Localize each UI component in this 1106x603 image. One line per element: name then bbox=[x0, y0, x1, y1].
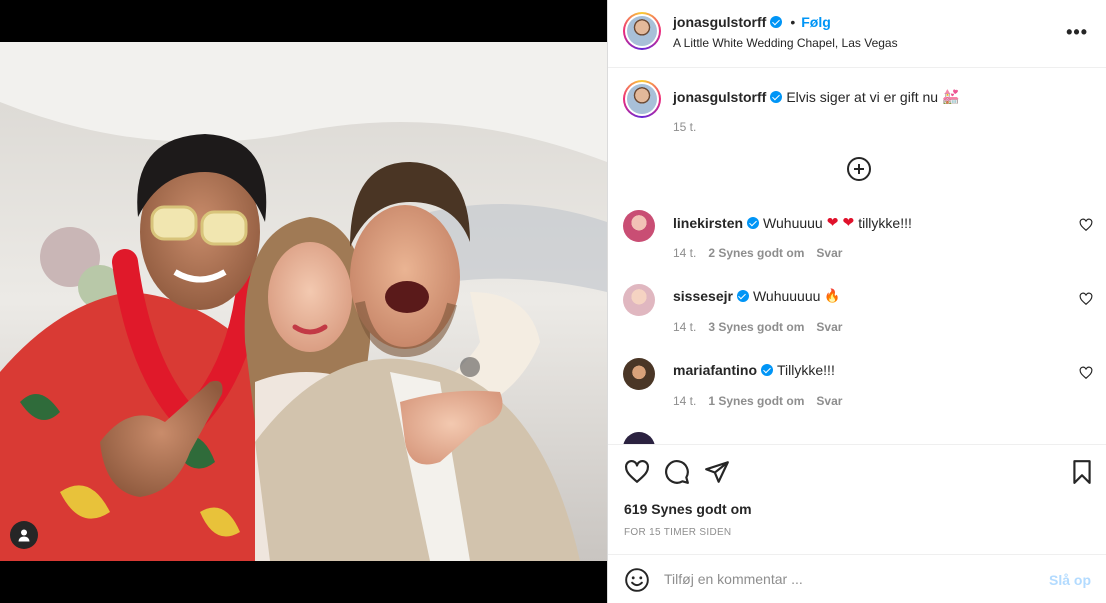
post-location[interactable]: A Little White Wedding Chapel, Las Vegas bbox=[673, 36, 898, 50]
comment-time: 14 t. bbox=[673, 246, 697, 260]
author-line: jonasgulstorff • Følg bbox=[673, 14, 831, 30]
post-side-panel: jonasgulstorff • Følg A Little White Wed… bbox=[607, 0, 1106, 603]
commenter-username[interactable]: linekirsten bbox=[673, 215, 743, 231]
comment-likes[interactable]: 1 Synes godt om bbox=[708, 394, 804, 408]
author-username[interactable]: jonasgulstorff bbox=[673, 14, 766, 30]
comment-line: sissesejr Wuhuuuuu 🔥 bbox=[673, 288, 841, 304]
send-icon[interactable] bbox=[704, 459, 730, 485]
verified-badge-icon bbox=[761, 364, 774, 376]
verified-badge-icon bbox=[770, 16, 783, 28]
comment-meta: 14 t. 1 Synes godt om Svar bbox=[673, 394, 842, 408]
comment-icon[interactable] bbox=[664, 459, 690, 485]
follow-button[interactable]: Følg bbox=[801, 14, 831, 30]
commenter-avatar[interactable] bbox=[623, 358, 655, 390]
comment-text: Wuhuuuu bbox=[763, 214, 823, 231]
comment-text: Wuhuuuuu bbox=[752, 288, 821, 304]
post-header: jonasgulstorff • Følg A Little White Wed… bbox=[608, 0, 1106, 68]
caption-line: jonasgulstorff Elvis siger at vi er gift… bbox=[673, 88, 960, 105]
post-comment-button[interactable]: Slå op bbox=[1049, 572, 1091, 588]
caption-text: Elvis siger at vi er gift nu bbox=[786, 88, 939, 105]
caption-avatar[interactable] bbox=[623, 80, 661, 118]
comment-like-heart-icon[interactable] bbox=[1079, 218, 1093, 232]
post-timestamp: FOR 15 TIMER SIDEN bbox=[624, 527, 732, 538]
post-media[interactable] bbox=[0, 0, 607, 603]
reply-button[interactable]: Svar bbox=[816, 320, 842, 334]
comment-time: 14 t. bbox=[673, 320, 697, 334]
red-heart-emoji: ❤ bbox=[842, 214, 855, 230]
comment-text-after: tillykke!!! bbox=[858, 214, 912, 231]
comment-item-partial bbox=[623, 432, 1093, 444]
add-comment-input[interactable] bbox=[664, 568, 1024, 590]
verified-badge-icon bbox=[770, 90, 783, 103]
bookmark-icon[interactable] bbox=[1069, 459, 1095, 485]
tagged-users-button[interactable] bbox=[10, 521, 38, 549]
reply-button[interactable]: Svar bbox=[816, 394, 842, 408]
comment-line: linekirsten Wuhuuuu ❤ ❤ tillykke!!! bbox=[673, 214, 912, 231]
comment-likes[interactable]: 2 Synes godt om bbox=[708, 246, 804, 260]
verified-badge-icon bbox=[747, 216, 760, 229]
commenter-avatar[interactable] bbox=[623, 284, 655, 316]
post-actions: 619 Synes godt om FOR 15 TIMER SIDEN bbox=[608, 444, 1106, 554]
comment-time: 14 t. bbox=[673, 394, 697, 408]
comment-likes[interactable]: 3 Synes godt om bbox=[708, 320, 804, 334]
like-count[interactable]: 619 Synes godt om bbox=[624, 501, 752, 517]
comment-text: Tillykke!!! bbox=[777, 362, 835, 378]
comments-list[interactable]: jonasgulstorff Elvis siger at vi er gift… bbox=[608, 68, 1106, 444]
comment-item: sissesejr Wuhuuuuu 🔥 14 t. 3 Synes godt … bbox=[623, 284, 1093, 344]
comment-meta: 14 t. 2 Synes godt om Svar bbox=[673, 246, 842, 260]
chapel-emoji: 💒 bbox=[942, 88, 960, 104]
commenter-username[interactable]: mariafantino bbox=[673, 362, 757, 378]
commenter-avatar[interactable] bbox=[623, 432, 655, 444]
author-avatar[interactable] bbox=[623, 12, 661, 50]
comment-composer: Slå op bbox=[608, 554, 1106, 603]
comment-line: mariafantino Tillykke!!! bbox=[673, 362, 835, 378]
fire-emoji: 🔥 bbox=[824, 288, 841, 303]
verified-badge-icon bbox=[736, 290, 749, 302]
comment-like-heart-icon[interactable] bbox=[1079, 366, 1093, 380]
person-icon bbox=[18, 529, 30, 542]
caption-time: 15 t. bbox=[673, 120, 697, 134]
heart-icon[interactable] bbox=[624, 459, 650, 485]
comment-item: linekirsten Wuhuuuu ❤ ❤ tillykke!!! 14 t… bbox=[623, 210, 1093, 270]
comment-item: mariafantino Tillykke!!! 14 t. 1 Synes g… bbox=[623, 358, 1093, 418]
wedding-selfie-image bbox=[0, 42, 607, 561]
commenter-username[interactable]: sissesejr bbox=[673, 288, 733, 304]
red-heart-emoji: ❤ bbox=[826, 214, 839, 230]
reply-button[interactable]: Svar bbox=[816, 246, 842, 260]
caption-username[interactable]: jonasgulstorff bbox=[673, 89, 766, 105]
smiley-icon[interactable] bbox=[624, 567, 650, 593]
comment-like-heart-icon[interactable] bbox=[1079, 292, 1093, 306]
more-options-icon[interactable]: ••• bbox=[1066, 22, 1088, 43]
separator-dot: • bbox=[790, 14, 796, 30]
post-photo[interactable] bbox=[0, 42, 607, 561]
commenter-avatar[interactable] bbox=[623, 210, 655, 242]
load-more-comments-icon[interactable] bbox=[847, 157, 871, 181]
comment-meta: 14 t. 3 Synes godt om Svar bbox=[673, 320, 842, 334]
